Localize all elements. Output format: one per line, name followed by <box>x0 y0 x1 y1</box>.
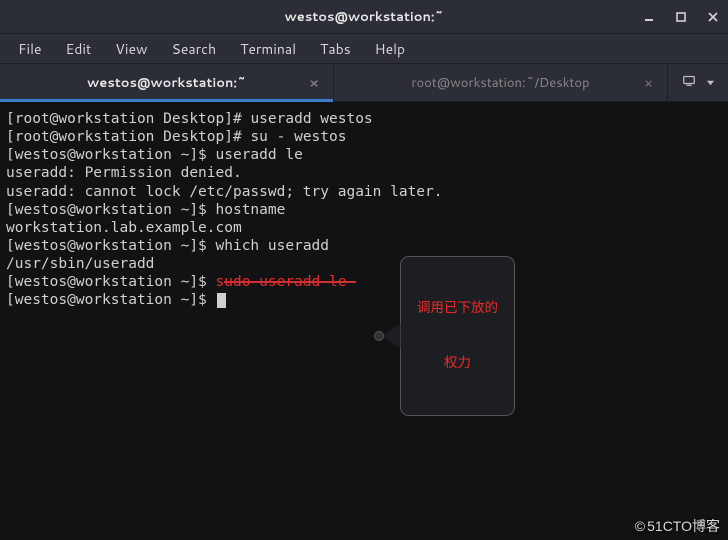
tabbar: westos@workstation:~ × root@workstation:… <box>0 64 728 102</box>
prompt: [root@workstation Desktop]# <box>6 129 250 145</box>
menu-help[interactable]: Help <box>365 35 415 63</box>
command: useradd le <box>216 147 303 163</box>
chevron-down-icon[interactable] <box>706 74 715 92</box>
tab-tools <box>668 64 728 101</box>
tab-close-icon[interactable]: × <box>309 73 319 93</box>
menubar: File Edit View Search Terminal Tabs Help <box>0 34 728 64</box>
annotation-text-1: 调用已下放的 <box>417 299 498 317</box>
annotation-tag: 调用已下放的 权力 <box>400 256 515 416</box>
tab-2[interactable]: root@workstation:~/Desktop × <box>334 64 668 101</box>
tab-label: westos@workstation:~ <box>87 74 246 92</box>
menu-terminal[interactable]: Terminal <box>230 35 306 63</box>
command-underline <box>224 281 356 283</box>
command: useradd westos <box>250 111 372 127</box>
broadcast-icon[interactable] <box>682 73 696 92</box>
window-controls <box>642 10 720 24</box>
close-button[interactable] <box>706 10 720 24</box>
window-title: westos@workstation:~ <box>285 8 444 26</box>
titlebar: westos@workstation:~ <box>0 0 728 34</box>
prompt: [westos@workstation ~]$ <box>6 147 216 163</box>
cursor-block <box>217 293 226 308</box>
terminal-prompt-line: [westos@workstation ~]$ useradd le <box>6 146 722 164</box>
terminal-output: useradd: cannot lock /etc/passwd; try ag… <box>6 183 722 201</box>
terminal-output: workstation.lab.example.com <box>6 219 722 237</box>
terminal-output: useradd: Permission denied. <box>6 164 722 182</box>
annotation-text-2: 权力 <box>417 354 498 372</box>
menu-edit[interactable]: Edit <box>56 35 102 63</box>
terminal-prompt-line: [westos@workstation ~]$ <box>6 291 722 309</box>
watermark-text: 51CTO博客 <box>647 516 720 536</box>
menu-file[interactable]: File <box>8 35 52 63</box>
prompt: [westos@workstation ~]$ <box>6 202 216 218</box>
prompt: [westos@workstation ~]$ <box>6 238 216 254</box>
prompt: [westos@workstation ~]$ <box>6 292 216 308</box>
terminal-viewport[interactable]: [root@workstation Desktop]# useradd west… <box>0 102 728 540</box>
terminal-prompt-line: [westos@workstation ~]$ which useradd <box>6 237 722 255</box>
menu-view[interactable]: View <box>105 35 157 63</box>
tab-1[interactable]: westos@workstation:~ × <box>0 64 334 101</box>
command: su - westos <box>250 129 346 145</box>
terminal-prompt-line: [root@workstation Desktop]# su - westos <box>6 128 722 146</box>
annotation-callout: 调用已下放的 权力 <box>374 256 515 416</box>
menu-tabs[interactable]: Tabs <box>310 35 361 63</box>
prompt: [root@workstation Desktop]# <box>6 111 250 127</box>
tab-close-icon[interactable]: × <box>644 73 653 93</box>
copyright-icon: © <box>635 518 645 534</box>
maximize-button[interactable] <box>674 10 688 24</box>
menu-search[interactable]: Search <box>162 35 227 63</box>
terminal-output: /usr/sbin/useradd <box>6 255 722 273</box>
terminal-prompt-line: [westos@workstation ~]$ hostname <box>6 201 722 219</box>
command: which useradd <box>216 238 330 254</box>
command: hostname <box>216 202 286 218</box>
terminal-prompt-line: [root@workstation Desktop]# useradd west… <box>6 110 722 128</box>
tab-label: root@workstation:~/Desktop <box>411 74 589 92</box>
minimize-button[interactable] <box>642 10 656 24</box>
watermark: © 51CTO博客 <box>635 516 720 536</box>
prompt: [westos@workstation ~]$ <box>6 274 216 290</box>
terminal-prompt-line: [westos@workstation ~]$ sudo useradd le <box>6 273 722 291</box>
